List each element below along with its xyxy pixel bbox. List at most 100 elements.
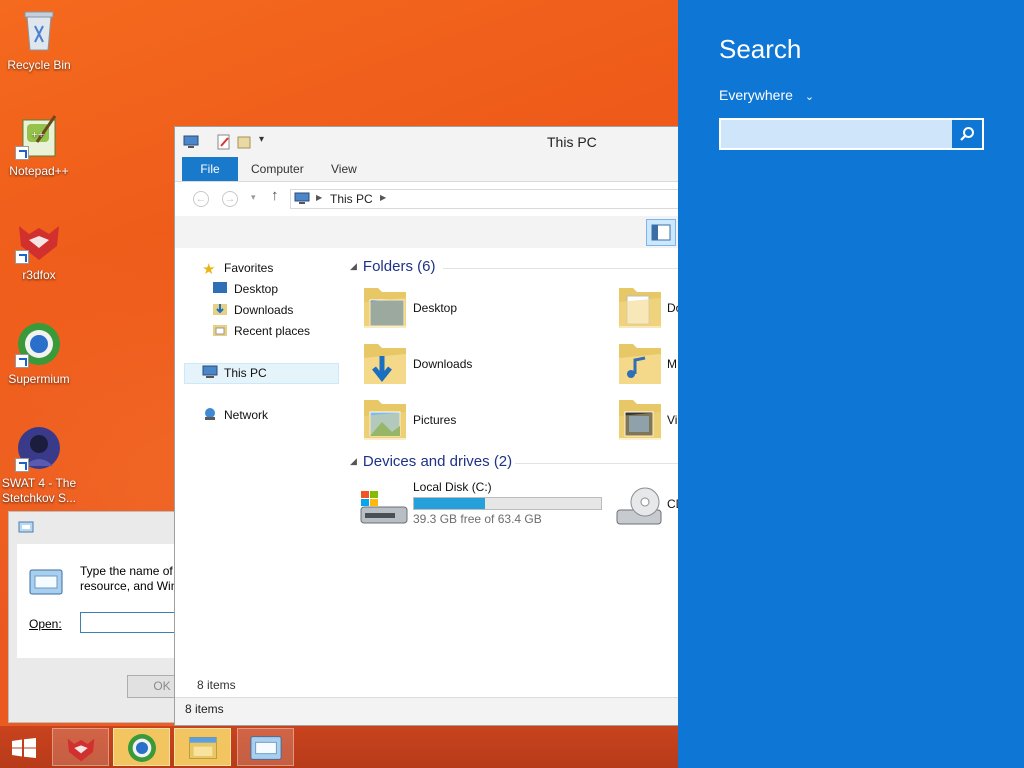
run-program-icon <box>29 569 63 595</box>
nav-label: Network <box>224 408 269 422</box>
desktop-icon-recycle-bin[interactable]: Recycle Bin <box>0 6 78 73</box>
desktop-icon-r3dfox[interactable]: r3dfox <box>0 216 78 283</box>
navigation-bar: ← → ▾ ↑ ▶ This PC ▶ <box>175 182 678 216</box>
nav-item-recent-places[interactable]: Recent places <box>212 321 310 341</box>
desktop-icon-label: Supermium <box>8 372 70 386</box>
desktop-folder-icon[interactable] <box>360 282 412 334</box>
nav-item-favorites[interactable]: ★ Favorites <box>202 258 273 278</box>
window-title: This PC <box>547 134 597 150</box>
nav-label: Downloads <box>234 303 294 317</box>
r3dfox-icon <box>67 738 95 762</box>
shortcut-arrow-icon <box>15 354 29 368</box>
desktop-folder-icon <box>213 282 227 293</box>
run-description: Type the name of resource, and Win <box>80 564 177 594</box>
desktop-icon-label: r3dfox <box>22 268 56 282</box>
drive-usage-fill <box>414 498 486 509</box>
tab-computer[interactable]: Computer <box>251 157 304 181</box>
breadcrumb-chevron-icon[interactable]: ▶ <box>380 193 386 202</box>
breadcrumb-this-pc[interactable]: This PC <box>330 192 373 206</box>
taskbar <box>0 726 678 768</box>
recent-places-icon <box>213 325 227 336</box>
run-open-label: Open: <box>29 617 62 631</box>
run-description-line2: resource, and Win <box>80 579 178 593</box>
collapse-triangle-icon: ◢ <box>350 261 357 271</box>
tab-file[interactable]: File <box>182 157 238 181</box>
this-pc-icon <box>183 135 199 148</box>
chevron-down-icon: ⌄ <box>804 91 815 103</box>
customize-qat-icon[interactable]: ▾ <box>259 134 264 150</box>
pictures-folder-icon[interactable] <box>360 394 412 446</box>
items-count: 8 items <box>197 678 236 692</box>
taskbar-r3dfox[interactable] <box>52 728 109 766</box>
taskbar-file-explorer[interactable] <box>174 728 231 766</box>
folder-label-music[interactable]: M <box>667 357 677 371</box>
new-folder-icon[interactable] <box>236 134 252 150</box>
nav-item-this-pc[interactable]: This PC <box>202 363 267 383</box>
folder-label-desktop[interactable]: Desktop <box>413 301 457 315</box>
supermium-icon <box>128 734 156 762</box>
videos-folder-icon[interactable] <box>615 394 667 446</box>
view-toolbar <box>175 216 678 248</box>
desktop: Recycle Bin ++ Notepad++ r3dfox Supermiu… <box>0 0 1024 768</box>
nav-item-network[interactable]: Network <box>202 405 268 425</box>
folder-label-downloads[interactable]: Downloads <box>413 357 472 371</box>
windows-logo-icon <box>12 738 36 758</box>
taskbar-run[interactable] <box>237 728 294 766</box>
search-button[interactable] <box>952 120 982 148</box>
group-header-folders[interactable]: ◢ Folders (6) <box>350 258 435 275</box>
run-dialog-body <box>17 544 192 658</box>
search-input[interactable] <box>719 118 984 150</box>
group-header-label: Devices and drives (2) <box>362 453 513 470</box>
downloads-icon <box>213 304 227 315</box>
group-header-devices[interactable]: ◢ Devices and drives (2) <box>350 453 512 470</box>
search-icon <box>960 127 974 141</box>
folder-label-pictures[interactable]: Pictures <box>413 413 456 427</box>
forward-button[interactable]: → <box>222 191 238 207</box>
title-bar[interactable]: ▾ This PC <box>175 127 678 157</box>
breadcrumb-chevron-icon[interactable]: ▶ <box>316 193 322 202</box>
this-pc-icon <box>202 365 218 378</box>
desktop-icon-label: Recycle Bin <box>7 58 71 72</box>
documents-folder-icon[interactable] <box>615 282 667 334</box>
start-button[interactable] <box>0 728 48 766</box>
supermium-icon <box>15 320 63 368</box>
run-icon <box>250 736 282 760</box>
drive-usage-bar <box>413 497 602 510</box>
taskbar-supermium[interactable] <box>113 728 170 766</box>
back-button[interactable]: ← <box>193 191 209 207</box>
recent-locations-icon[interactable]: ▾ <box>251 192 256 203</box>
search-title: Search <box>719 34 802 64</box>
up-button[interactable]: ↑ <box>271 187 279 204</box>
downloads-folder-icon[interactable] <box>360 338 412 390</box>
local-disk-icon[interactable] <box>359 483 411 535</box>
svg-text:++: ++ <box>31 130 44 139</box>
tab-view[interactable]: View <box>331 157 357 181</box>
swat4-icon <box>15 424 63 472</box>
nav-item-downloads[interactable]: Downloads <box>212 300 293 320</box>
run-description-line1: Type the name of <box>80 564 173 578</box>
shortcut-arrow-icon <box>15 250 29 264</box>
desktop-icon-notepad-plus-plus[interactable]: ++ Notepad++ <box>0 112 78 179</box>
address-bar[interactable]: ▶ This PC ▶ <box>290 189 678 209</box>
nav-label: Favorites <box>224 261 274 275</box>
properties-icon[interactable] <box>216 134 232 150</box>
group-divider <box>515 463 678 464</box>
recycle-bin-icon <box>15 6 63 54</box>
nav-item-desktop[interactable]: Desktop <box>212 279 278 299</box>
search-scope-dropdown[interactable]: Everywhere ⌄ <box>719 87 814 103</box>
search-charm-panel: Search Everywhere ⌄ <box>678 0 1024 768</box>
file-explorer-icon <box>189 737 217 759</box>
details-pane-button[interactable] <box>646 219 676 246</box>
cd-drive-icon[interactable] <box>615 482 667 534</box>
folder-label-videos[interactable]: Vi <box>667 413 677 427</box>
desktop-icon-swat4[interactable]: SWAT 4 - The Stetchkov S... <box>0 424 78 506</box>
shortcut-arrow-icon <box>15 458 29 472</box>
collapse-triangle-icon: ◢ <box>350 456 357 466</box>
network-icon <box>205 408 215 420</box>
nav-label: Desktop <box>234 282 279 296</box>
drive-label-local-disk[interactable]: Local Disk (C:) <box>413 480 492 494</box>
music-folder-icon[interactable] <box>615 338 667 390</box>
desktop-icon-supermium[interactable]: Supermium <box>0 320 78 387</box>
drive-free-space: 39.3 GB free of 63.4 GB <box>413 512 542 526</box>
star-icon: ★ <box>202 261 216 278</box>
